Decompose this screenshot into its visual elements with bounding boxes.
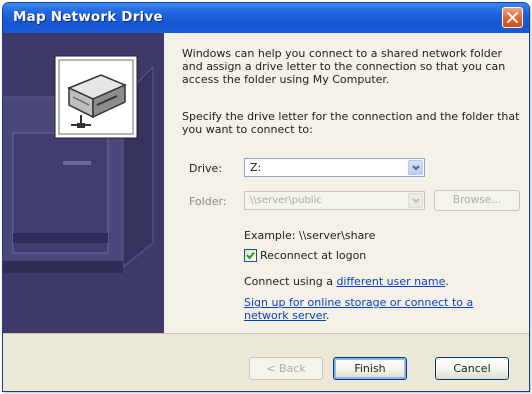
folder-dropdown-button[interactable]: [408, 193, 423, 208]
instruction-text: Specify the drive letter for the connect…: [182, 110, 520, 136]
folder-value: \\server\public: [250, 195, 322, 206]
drive-value: Z:: [250, 161, 262, 174]
close-icon: [507, 12, 518, 23]
title-bar: Map Network Drive: [3, 3, 529, 33]
wizard-button-bar: < Back Finish Cancel: [3, 333, 529, 391]
signup-online-storage-link[interactable]: Sign up for online storage or connect to…: [244, 296, 473, 322]
drive-select[interactable]: Z:: [244, 158, 425, 177]
different-user-name-link[interactable]: different user name: [336, 275, 445, 288]
reconnect-label[interactable]: Reconnect at logon: [260, 249, 366, 262]
example-text: Example: \\server\share: [244, 229, 376, 242]
reconnect-checkbox[interactable]: [244, 249, 257, 262]
chevron-down-icon: [412, 198, 420, 204]
wizard-side-panel: [3, 33, 164, 333]
window-title: Map Network Drive: [13, 9, 163, 25]
drive-label: Drive:: [189, 162, 223, 175]
signup-row: Sign up for online storage or connect to…: [244, 296, 474, 322]
chevron-down-icon: [412, 165, 420, 171]
browse-button[interactable]: Browse...: [434, 190, 520, 211]
connect-different-prefix: Connect using a: [244, 275, 337, 288]
connect-different-user-row: Connect using a different user name.: [244, 275, 449, 288]
map-network-drive-dialog: Map Network Drive Windows can help you c…: [2, 2, 530, 392]
folder-combo[interactable]: \\server\public: [244, 191, 425, 210]
drive-dropdown-button[interactable]: [408, 160, 423, 175]
close-button[interactable]: [502, 7, 523, 28]
folder-label: Folder:: [189, 195, 227, 208]
connect-different-suffix: .: [445, 275, 449, 288]
back-button[interactable]: < Back: [249, 357, 323, 380]
intro-text: Windows can help you connect to a shared…: [182, 47, 506, 86]
wizard-content: Windows can help you connect to a shared…: [164, 33, 529, 333]
signup-suffix: .: [325, 309, 330, 322]
finish-button[interactable]: Finish: [333, 357, 407, 380]
cancel-button[interactable]: Cancel: [435, 357, 509, 380]
checkmark-icon: [246, 251, 255, 260]
network-drive-icon: [3, 55, 154, 273]
